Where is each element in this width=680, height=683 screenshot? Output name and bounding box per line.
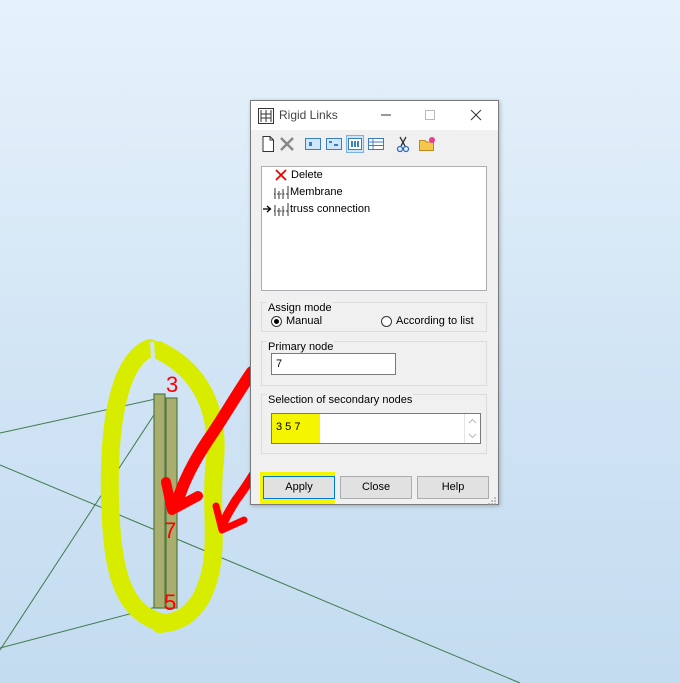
current-arrow-icon	[263, 204, 272, 214]
rigid-links-app-icon	[258, 108, 274, 124]
highlight-circle-left	[100, 339, 169, 631]
delete-x-icon	[275, 169, 287, 181]
maximize-icon[interactable]	[419, 105, 441, 125]
secondary-nodes-input[interactable]: 3 5 7	[271, 413, 481, 444]
radio-manual-dot[interactable]	[271, 316, 282, 327]
primary-node-title: Primary node	[267, 341, 335, 353]
node-label-3: 3	[166, 372, 178, 397]
cut-icon[interactable]	[394, 135, 412, 153]
node-label-5: 5	[164, 590, 176, 615]
rigid-link-icon	[273, 186, 291, 200]
highlight-gap	[150, 341, 156, 373]
view-3-icon[interactable]	[346, 135, 364, 153]
apply-button[interactable]: Apply	[263, 476, 335, 499]
radio-according-to-list-label: According to list	[396, 315, 474, 327]
assign-mode-title: Assign mode	[267, 302, 333, 314]
rigid-link-icon	[273, 203, 291, 217]
dialog-title: Rigid Links	[279, 108, 338, 122]
list-item-label: Membrane	[290, 186, 343, 198]
rigid-link-type-list[interactable]: Delete Membrane truss connection	[261, 166, 487, 291]
primary-node-group: Primary node 7	[261, 341, 487, 386]
secondary-nodes-scrollbar[interactable]	[464, 414, 480, 443]
rigid-links-dialog: Rigid Links Delete Membrane truss connec…	[250, 100, 499, 505]
secondary-nodes-title: Selection of secondary nodes	[267, 394, 414, 406]
primary-node-value: 7	[276, 358, 283, 370]
title-bar[interactable]: Rigid Links	[251, 101, 498, 130]
open-folder-icon[interactable]	[418, 135, 436, 153]
radio-manual-label: Manual	[286, 315, 323, 327]
secondary-nodes-value: 3 5 7	[276, 421, 301, 433]
truss-line-1	[0, 397, 161, 434]
minimize-icon[interactable]	[375, 105, 397, 125]
list-item-label: Delete	[291, 169, 323, 181]
member-column-left	[153, 393, 166, 609]
view-2-icon[interactable]	[325, 135, 343, 153]
resize-grip-icon[interactable]	[487, 493, 497, 505]
toolbar	[257, 135, 497, 153]
close-button[interactable]: Close	[340, 476, 412, 499]
help-button[interactable]: Help	[417, 476, 489, 499]
delete-icon[interactable]	[278, 135, 296, 153]
secondary-nodes-group: Selection of secondary nodes 3 5 7	[261, 394, 487, 454]
new-icon[interactable]	[259, 135, 277, 153]
list-item-label: truss connection	[290, 203, 371, 215]
node-label-7: 7	[164, 518, 176, 543]
primary-node-input[interactable]: 7	[271, 353, 396, 375]
assign-mode-group: Assign mode Manual According to list	[261, 302, 487, 332]
close-icon[interactable]	[465, 105, 487, 125]
table-icon[interactable]	[367, 135, 385, 153]
radio-according-to-list-dot[interactable]	[381, 316, 392, 327]
view-1-icon[interactable]	[304, 135, 322, 153]
truss-line-2	[0, 464, 161, 533]
